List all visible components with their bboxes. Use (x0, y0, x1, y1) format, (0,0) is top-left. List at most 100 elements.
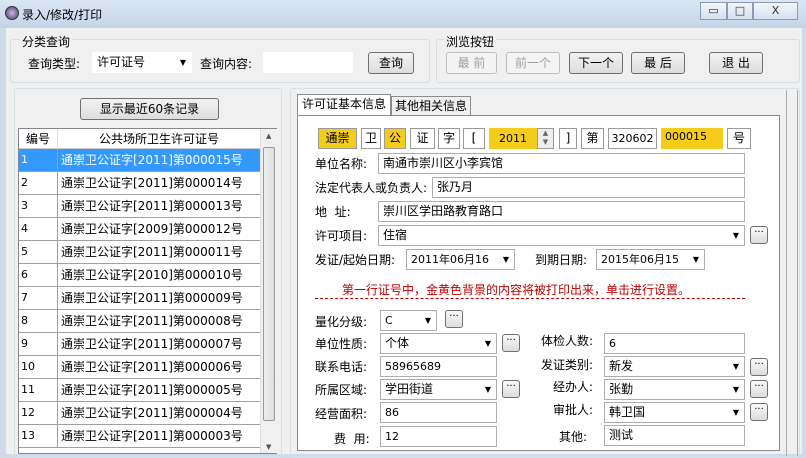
tab-basic-info[interactable]: 许可证基本信息 (297, 94, 391, 116)
area-value: 学田街道 (385, 382, 434, 396)
row-license-number: 通崇卫公证字[2011]第000009号 (61, 291, 243, 305)
row-number: 13 (19, 425, 58, 447)
area-label: 所属区域: (315, 383, 368, 397)
rep-input[interactable]: 张乃月 (432, 177, 745, 198)
table-row[interactable]: 6 通崇卫公证字[2010]第000010号 (19, 264, 260, 287)
license-prefix-1[interactable]: 通崇 (318, 128, 357, 149)
window-title: 录入/修改/打印 (22, 8, 103, 22)
exit-button[interactable]: 退 出 (709, 52, 763, 74)
next-button[interactable]: 下一个 (569, 52, 623, 74)
table-row[interactable]: 10 通崇卫公证字[2011]第000006号 (19, 356, 260, 379)
phone-input[interactable]: 58965689 (380, 356, 497, 377)
handler-more-button[interactable]: ··· (750, 380, 768, 398)
end-date-picker[interactable]: 2015年06月15 ▼ (596, 249, 705, 270)
nature-select[interactable]: 个体 ▼ (380, 333, 497, 354)
license-prefix-4[interactable]: 证 (410, 128, 435, 149)
minimize-button[interactable]: ▭ (700, 2, 727, 20)
tab-other-info[interactable]: 其他相关信息 (391, 96, 471, 116)
scrollbar-thumb[interactable] (263, 147, 275, 421)
item-more-button[interactable]: ··· (750, 226, 768, 244)
client-area: 分类查询 查询类型: 许可证号 ▼ 查询内容: 查询 浏览按钮 最 前 前一个 下… (6, 28, 802, 458)
start-date-label: 发证/起始日期: (315, 253, 396, 267)
divider (315, 298, 745, 299)
column-header-number[interactable]: 编号 (19, 129, 58, 149)
table-row[interactable]: 13 通崇卫公证字[2011]第000003号 (19, 425, 260, 448)
license-bracket-open[interactable]: [ (463, 128, 485, 149)
license-prefix-3[interactable]: 公 (384, 128, 406, 149)
chevron-down-icon: ▼ (732, 231, 739, 240)
license-year[interactable]: 2011 (489, 128, 537, 149)
handler-value: 张勤 (609, 382, 634, 396)
first-button[interactable]: 最 前 (446, 52, 497, 74)
table-scrollbar[interactable]: ▲ ▼ (260, 129, 277, 453)
exam-input[interactable]: 6 (604, 333, 745, 354)
item-select[interactable]: 住宿 ▼ (378, 225, 745, 246)
query-button[interactable]: 查询 (368, 52, 414, 74)
start-date-value: 2011年06月16 (411, 253, 489, 266)
license-bracket-close[interactable]: ] (559, 128, 577, 149)
size-input[interactable]: 86 (380, 402, 497, 423)
table-row[interactable]: 2 通崇卫公证字[2011]第000014号 (19, 172, 260, 195)
table-row[interactable]: 3 通崇卫公证字[2011]第000013号 (19, 195, 260, 218)
table-row[interactable]: 11 通崇卫公证字[2011]第000005号 (19, 379, 260, 402)
license-prefix-2[interactable]: 卫 (361, 128, 381, 149)
year-spinner[interactable]: ▲ ▼ (537, 128, 554, 149)
table-row[interactable]: 4 通崇卫公证字[2009]第000012号 (19, 218, 260, 241)
issue-type-more-button[interactable]: ··· (750, 358, 768, 376)
last-button[interactable]: 最 后 (631, 52, 685, 74)
fee-input[interactable]: 12 (380, 426, 497, 447)
table-row[interactable]: 7 通崇卫公证字[2011]第000009号 (19, 287, 260, 310)
close-button[interactable]: X (753, 2, 798, 20)
column-header-license[interactable]: 公共场所卫生许可证号 (58, 129, 260, 149)
item-value: 住宿 (383, 228, 408, 242)
handler-select[interactable]: 张勤 ▼ (604, 379, 745, 400)
issue-type-label: 发证类别: (541, 358, 594, 372)
right-scrollbar[interactable] (786, 90, 798, 456)
table-row[interactable]: 5 通崇卫公证字[2011]第000011号 (19, 241, 260, 264)
end-date-value: 2015年06月15 (601, 253, 679, 266)
prev-button[interactable]: 前一个 (506, 52, 560, 74)
maximize-button[interactable]: □ (727, 2, 753, 20)
scroll-up-icon[interactable]: ▲ (266, 132, 271, 140)
table-row[interactable]: 8 通崇卫公证字[2011]第000008号 (19, 310, 260, 333)
chevron-down-icon: ▼ (484, 339, 491, 348)
query-content-label: 查询内容: (200, 57, 253, 71)
table-row[interactable]: 12 通崇卫公证字[2011]第000004号 (19, 402, 260, 425)
addr-input[interactable]: 崇川区学田路教育路口 (378, 201, 745, 222)
chevron-down-icon: ▼ (424, 316, 431, 325)
license-serial[interactable]: 000015 (661, 128, 723, 149)
search-group-label: 分类查询 (20, 33, 73, 50)
table-row[interactable]: 9 通崇卫公证字[2011]第000007号 (19, 333, 260, 356)
scroll-down-icon[interactable]: ▼ (266, 443, 271, 451)
nature-more-button[interactable]: ··· (502, 334, 520, 352)
license-di[interactable]: 第 (581, 128, 604, 149)
approver-more-button[interactable]: ··· (750, 403, 768, 421)
chevron-down-icon: ▼ (484, 385, 491, 394)
show-recent-button[interactable]: 显示最近60条记录 (80, 98, 219, 120)
chevron-down-icon: ▼ (502, 255, 509, 264)
query-type-select[interactable]: 许可证号 ▼ (92, 52, 192, 73)
grade-label: 量化分级: (315, 315, 368, 329)
print-note-link[interactable]: 第一行证号中，金黄色背景的内容将被打印出来，单击进行设置。 (342, 281, 690, 298)
license-prefix-5[interactable]: 字 (438, 128, 460, 149)
license-hao[interactable]: 号 (727, 128, 751, 149)
fee-label: 费 用: (334, 432, 370, 446)
query-type-value: 许可证号 (97, 55, 146, 69)
area-more-button[interactable]: ··· (502, 380, 520, 398)
area-select[interactable]: 学田街道 ▼ (380, 379, 497, 400)
license-code[interactable]: 320602 (608, 128, 657, 149)
row-license-number: 通崇卫公证字[2011]第000003号 (61, 429, 243, 443)
unit-name-input[interactable]: 南通市崇川区小李宾馆 (378, 153, 745, 174)
grade-more-button[interactable]: ··· (445, 310, 463, 328)
approver-select[interactable]: 韩卫国 ▼ (604, 402, 745, 423)
row-number: 2 (19, 172, 58, 194)
query-content-input[interactable] (263, 52, 353, 73)
issue-type-select[interactable]: 新发 ▼ (604, 356, 745, 377)
start-date-picker[interactable]: 2011年06月16 ▼ (406, 249, 515, 270)
table-row[interactable]: 1 通崇卫公证字[2011]第000015号 (19, 149, 260, 172)
grade-select[interactable]: C ▼ (380, 310, 437, 331)
other-input[interactable]: 测试 (604, 425, 745, 446)
row-number: 1 (19, 149, 58, 171)
license-table: 编号 公共场所卫生许可证号 1 通崇卫公证字[2011]第000015号 2 通崇卫公… (18, 128, 277, 454)
approver-label: 审批人: (553, 403, 594, 417)
